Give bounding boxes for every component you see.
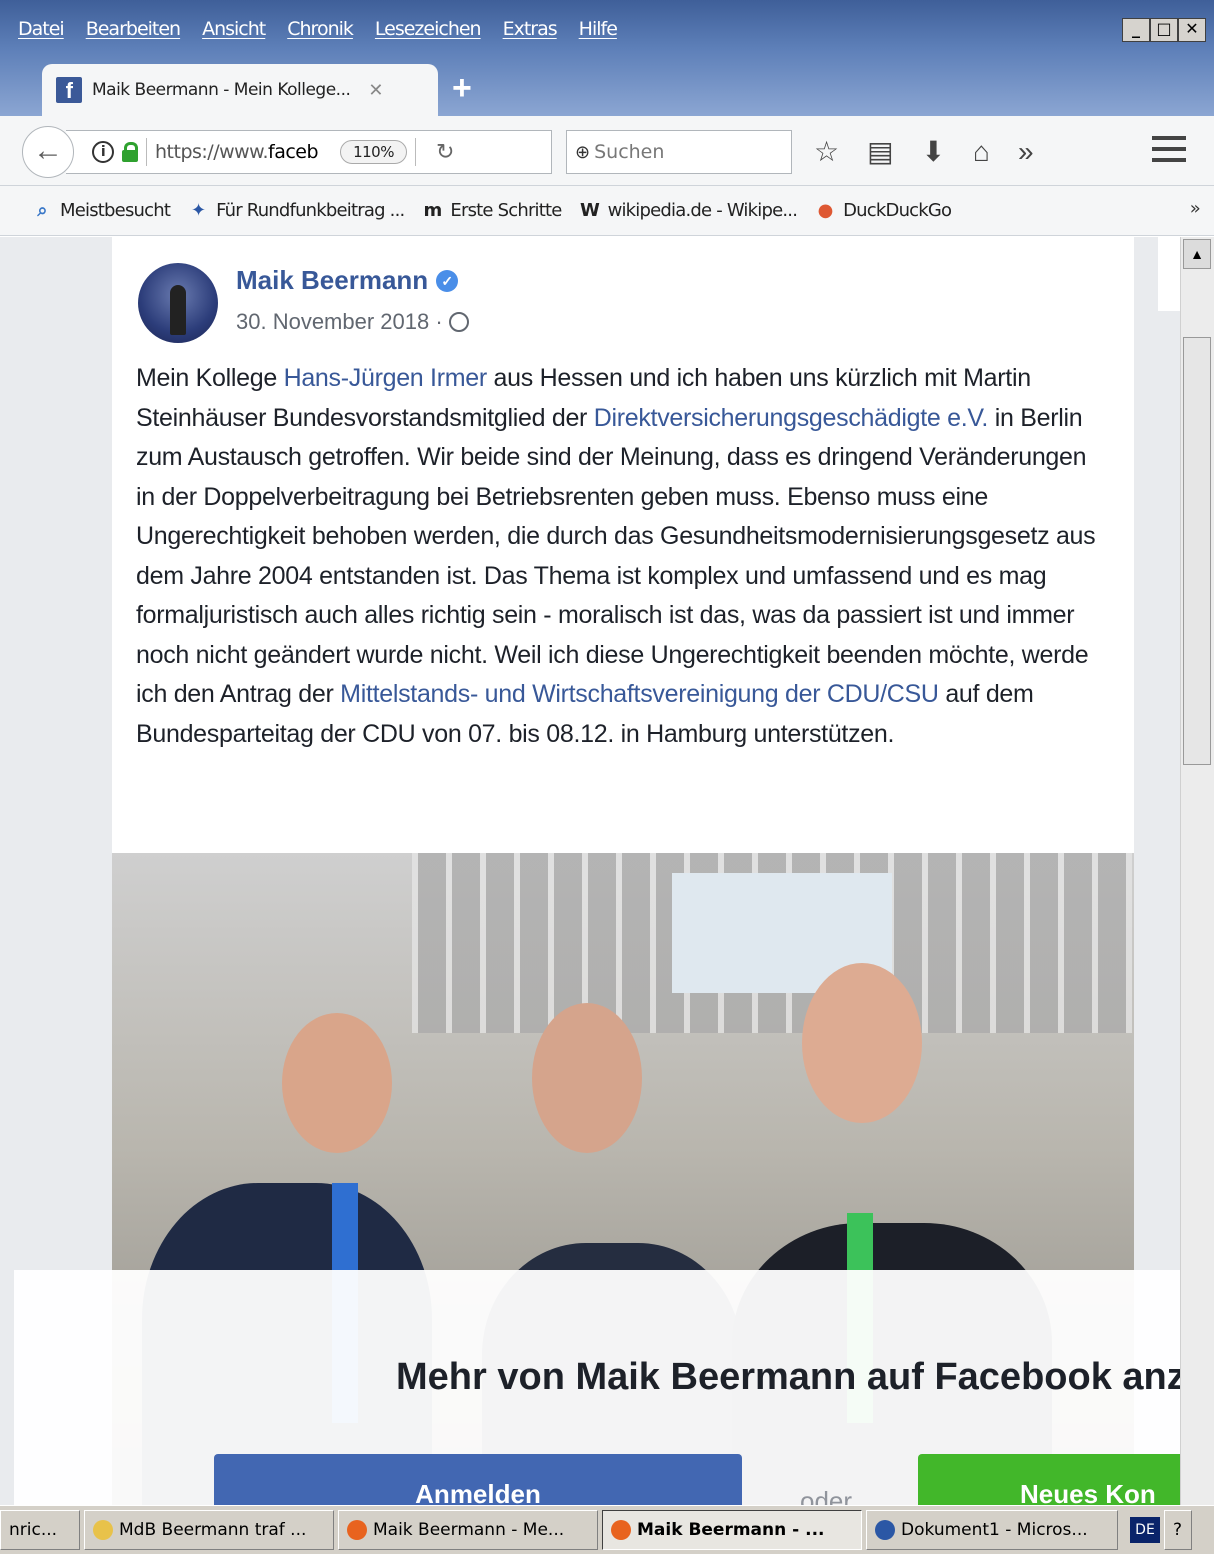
menu-extras[interactable]: Extras bbox=[503, 18, 558, 48]
post-author: Maik Beermann ✓ bbox=[236, 265, 459, 296]
menu-ansicht[interactable]: Ansicht bbox=[202, 18, 266, 48]
search-placeholder: Suchen bbox=[594, 141, 665, 163]
url-prefix: https://www. bbox=[155, 141, 269, 163]
url-separator bbox=[146, 138, 147, 166]
wikipedia-icon: W bbox=[580, 199, 600, 221]
taskbar-item[interactable]: Dokument1 - Micros... bbox=[866, 1510, 1118, 1550]
new-tab-button[interactable]: + bbox=[452, 68, 472, 108]
toolbar-icons: ☆ ▤ ⬇ ⌂ » bbox=[814, 134, 1034, 170]
language-indicator[interactable]: DE bbox=[1130, 1517, 1160, 1543]
taskbar-app-icon bbox=[611, 1520, 631, 1540]
vertical-scrollbar[interactable]: ▲ bbox=[1180, 237, 1214, 1505]
tab-title: Maik Beermann - Mein Kollege... bbox=[92, 80, 351, 100]
url-separator bbox=[414, 138, 416, 166]
taskbar-item-label: Maik Beermann - ... bbox=[637, 1520, 825, 1540]
bookmark-label: Meistbesucht bbox=[60, 200, 171, 221]
side-card bbox=[1158, 237, 1180, 311]
navigation-bar: i https://www.faceb 110% ↻ ← ⊕ Suchen ☆ … bbox=[0, 116, 1214, 186]
bookmarks-bar: ⌕ Meistbesucht ✦ Für Rundfunkbeitrag ... m Er… bbox=[0, 186, 1214, 236]
scroll-thumb[interactable] bbox=[1183, 337, 1211, 765]
taskbar-item-label: Maik Beermann - Me... bbox=[373, 1520, 565, 1540]
taskbar-app-icon bbox=[347, 1520, 367, 1540]
close-window-button[interactable]: ✕ bbox=[1178, 18, 1206, 42]
browser-tab[interactable]: f Maik Beermann - Mein Kollege... ✕ bbox=[42, 64, 438, 116]
info-icon[interactable]: i bbox=[92, 141, 114, 163]
bookmark-item[interactable]: m Erste Schritte bbox=[420, 199, 562, 222]
bookmark-item[interactable]: Wwikipedia.de - Wikipe... bbox=[578, 200, 798, 222]
taskbar-item[interactable]: Maik Beermann - ... bbox=[602, 1510, 862, 1550]
taskbar-item-label: MdB Beermann traf ... bbox=[119, 1520, 307, 1540]
menu-chronik[interactable]: Chronik bbox=[287, 18, 354, 48]
bookmark-label: Erste Schritte bbox=[450, 200, 562, 221]
menu-bar: Datei Bearbeiten Ansicht Chronik Lesezei… bbox=[18, 18, 618, 48]
bookmark-item[interactable]: ✦ Für Rundfunkbeitrag ... bbox=[186, 199, 405, 222]
avatar-figure bbox=[170, 285, 186, 335]
post-text-part: in Berlin zum Austausch getroffen. Wir b… bbox=[136, 403, 1096, 709]
window-titlebar: Datei Bearbeiten Ansicht Chronik Lesezei… bbox=[0, 0, 1214, 120]
taskbar-item-label: nric... bbox=[9, 1520, 58, 1540]
public-globe-icon bbox=[448, 312, 469, 332]
menu-hamburger-icon[interactable] bbox=[1152, 136, 1186, 166]
search-engine-icon: ⊕ bbox=[575, 141, 591, 163]
author-name-link[interactable]: Maik Beermann bbox=[236, 265, 428, 296]
download-icon[interactable]: ⬇ bbox=[922, 134, 945, 170]
taskbar-item[interactable]: Maik Beermann - Me... bbox=[338, 1510, 598, 1550]
bookmark-label: Für Rundfunkbeitrag ... bbox=[216, 200, 405, 221]
help-icon[interactable]: ? bbox=[1164, 1510, 1192, 1550]
reload-icon[interactable]: ↻ bbox=[436, 140, 454, 165]
post-meta: 30. November 2018 · bbox=[236, 309, 469, 335]
bookmark-label: DuckDuckGo bbox=[843, 200, 952, 221]
post-date[interactable]: 30. November 2018 · bbox=[236, 309, 443, 335]
search-folder-icon: ⌕ bbox=[37, 199, 47, 221]
globe-grid-icon: ✦ bbox=[190, 199, 206, 221]
url-text[interactable]: https://www.faceb bbox=[155, 141, 319, 163]
search-input[interactable]: ⊕ Suchen bbox=[566, 130, 792, 174]
minimize-button[interactable]: _ bbox=[1122, 18, 1150, 42]
photo-head-middle bbox=[532, 1003, 642, 1153]
url-host: faceb bbox=[268, 141, 319, 163]
back-button[interactable]: ← bbox=[22, 126, 74, 178]
menu-datei[interactable]: Datei bbox=[18, 18, 65, 48]
home-icon[interactable]: ⌂ bbox=[973, 134, 990, 170]
post-text-part: Mein Kollege bbox=[136, 364, 284, 392]
url-bar[interactable]: i https://www.faceb 110% ↻ bbox=[66, 130, 552, 174]
taskbar-app-icon bbox=[875, 1520, 895, 1540]
taskbar-app-icon bbox=[93, 1520, 113, 1540]
bookmark-star-icon[interactable]: ☆ bbox=[814, 134, 839, 170]
bookmark-item[interactable]: ⌕ Meistbesucht bbox=[30, 199, 171, 222]
zoom-indicator[interactable]: 110% bbox=[340, 140, 407, 164]
verified-badge-icon: ✓ bbox=[436, 269, 459, 292]
mention-link-irmer[interactable]: Hans-Jürgen Irmer bbox=[284, 364, 488, 392]
window-controls: _ □ ✕ bbox=[1122, 18, 1206, 42]
taskbar-item[interactable]: nric... bbox=[0, 1510, 80, 1550]
taskbar-item-label: Dokument1 - Micros... bbox=[901, 1520, 1088, 1540]
menu-bearbeiten[interactable]: Bearbeiten bbox=[86, 18, 181, 48]
post-text: Mein Kollege Hans-Jürgen Irmer aus Hesse… bbox=[136, 359, 1096, 754]
facebook-icon: f bbox=[56, 77, 82, 103]
bookmark-label: wikipedia.de - Wikipe... bbox=[607, 200, 798, 221]
menu-lesezeichen[interactable]: Lesezeichen bbox=[375, 18, 482, 48]
taskbar-item[interactable]: MdB Beermann traf ... bbox=[84, 1510, 334, 1550]
mention-link-direktversicherung[interactable]: Direktversicherungsgeschädigte e.V. bbox=[594, 404, 989, 432]
close-tab-icon[interactable]: ✕ bbox=[368, 80, 383, 101]
arrow-left-icon: ← bbox=[33, 134, 63, 167]
reading-list-icon[interactable]: ▤ bbox=[867, 134, 893, 170]
photo-head-left bbox=[282, 1013, 392, 1153]
bookmarks-overflow-icon[interactable]: » bbox=[1190, 198, 1201, 219]
login-overlay: Mehr von Maik Beermann auf Facebook anze… bbox=[14, 1270, 1207, 1516]
scroll-up-icon[interactable]: ▲ bbox=[1183, 239, 1211, 269]
duckduckgo-icon: ● bbox=[817, 199, 834, 221]
windows-taskbar: nric... MdB Beermann traf ... Maik Beerman… bbox=[0, 1505, 1214, 1554]
author-avatar[interactable] bbox=[138, 263, 218, 343]
overlay-title: Mehr von Maik Beermann auf Facebook anze bbox=[396, 1356, 1207, 1398]
maximize-button[interactable]: □ bbox=[1150, 18, 1178, 42]
bookmark-item[interactable]: ● DuckDuckGo bbox=[813, 199, 952, 222]
mention-link-mit[interactable]: Mittelstands- und Wirtschaftsvereinigung… bbox=[340, 680, 939, 708]
photo-head-right bbox=[802, 963, 922, 1123]
overflow-icon[interactable]: » bbox=[1018, 134, 1034, 170]
lock-icon[interactable] bbox=[122, 142, 138, 162]
m-logo-icon: m bbox=[423, 199, 442, 221]
menu-hilfe[interactable]: Hilfe bbox=[579, 18, 618, 48]
